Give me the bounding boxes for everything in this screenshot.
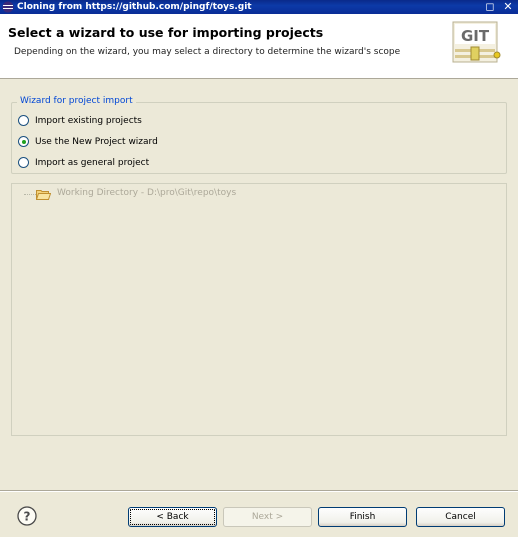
cancel-button[interactable]: Cancel [416, 507, 505, 527]
next-button[interactable]: Next > [223, 507, 312, 527]
git-banner-icon: GIT [452, 21, 501, 63]
window-title: Cloning from https://github.com/pingf/to… [17, 2, 252, 12]
git-banner-text: GIT [461, 27, 490, 45]
project-tree-panel[interactable] [11, 183, 507, 436]
eclipse-app-icon [2, 1, 14, 13]
radio-label: Use the New Project wizard [35, 137, 158, 147]
footer-separator [0, 490, 518, 492]
maximize-icon[interactable]: ◻ [484, 1, 496, 13]
folder-open-icon [36, 190, 51, 200]
radio-label: Import as general project [35, 158, 150, 168]
radio-button[interactable] [18, 115, 29, 126]
wizard-group-label: Wizard for project import [17, 96, 136, 106]
radio-label: Import existing projects [35, 116, 142, 126]
finish-button[interactable]: Finish [318, 507, 407, 527]
page-title: Select a wizard to use for importing pro… [8, 25, 324, 40]
back-button[interactable]: < Back [128, 507, 217, 527]
wizard-header: Select a wizard to use for importing pro… [0, 14, 518, 79]
page-description: Depending on the wizard, you may select … [14, 47, 401, 57]
radio-button-checked[interactable] [18, 136, 29, 147]
tree-connector-line [24, 194, 36, 195]
tree-item-working-directory[interactable]: Working Directory - D:\pro\Git\repo\toys [57, 188, 236, 198]
help-icon[interactable]: ? [17, 506, 37, 526]
help-glyph: ? [24, 510, 31, 524]
close-icon[interactable]: ✕ [502, 1, 514, 13]
window-title-bar[interactable]: Cloning from https://github.com/pingf/to… [0, 0, 518, 14]
radio-button[interactable] [18, 157, 29, 168]
